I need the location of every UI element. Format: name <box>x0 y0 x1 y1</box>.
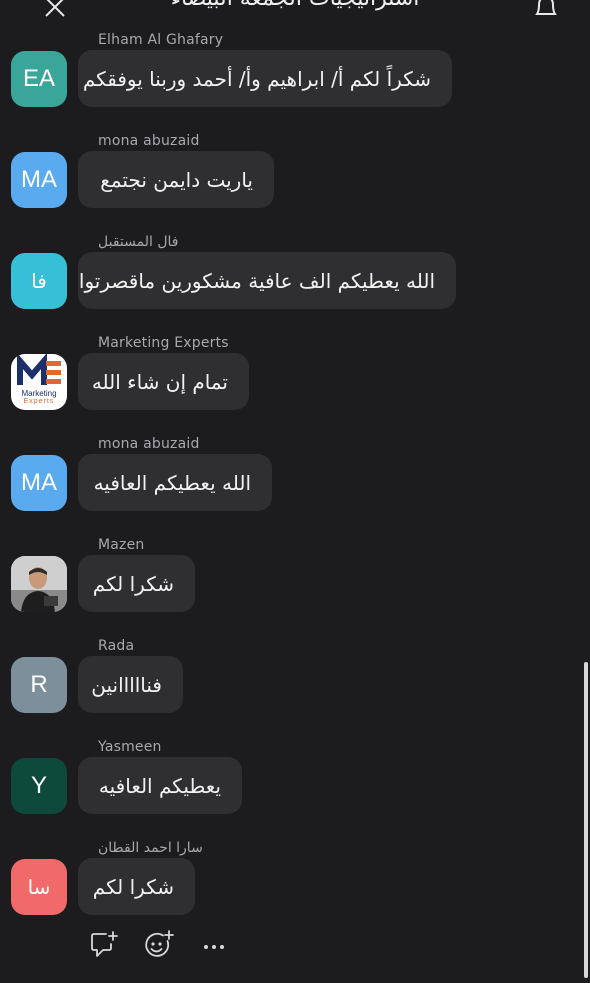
message-actions <box>86 928 251 962</box>
logo-text: Marketing <box>21 389 57 398</box>
message-bubble[interactable]: الله يعطيكم الف عافية مشكورين ماقصرتوا <box>78 252 456 309</box>
sender-name: سارا احمد القطان <box>98 840 203 856</box>
avatar[interactable]: MA <box>11 152 67 208</box>
avatar-initials: Y <box>30 772 47 799</box>
reply-icon[interactable] <box>86 928 122 962</box>
sender-name: Yasmeen <box>98 739 162 755</box>
message-bubble[interactable]: شكرا لكم <box>78 555 195 612</box>
avatar-initials: R <box>30 671 48 698</box>
sender-name: mona abuzaid <box>98 436 200 452</box>
message-bubble[interactable]: يعطيكم العافيه <box>78 757 242 814</box>
avatar-photo[interactable] <box>11 556 67 612</box>
sender-name: Mazen <box>98 537 145 553</box>
message-bubble[interactable]: شكراً لكم أ/ ابراهيم وأ/ أحمد وربنا يوفق… <box>78 50 452 107</box>
add-reaction-icon[interactable] <box>141 928 177 962</box>
avatar[interactable]: سا <box>11 859 67 915</box>
avatar[interactable]: Marketing Experts <box>11 354 67 410</box>
channel-title: استراتيجيات الجمعة البيضاء <box>0 0 590 11</box>
sender-name: Marketing Experts <box>98 335 229 351</box>
logo-subtext: Experts <box>23 398 55 405</box>
avatar[interactable]: R <box>11 657 67 713</box>
sender-name: mona abuzaid <box>98 133 200 149</box>
message-bubble[interactable]: فنااااانين <box>78 656 183 713</box>
avatar-initials: سا <box>27 875 51 899</box>
channel-header: استراتيجيات الجمعة البيضاء <box>0 0 590 20</box>
sender-name: Elham Al Ghafary <box>98 32 224 48</box>
message-bubble[interactable]: تمام إن شاء الله <box>78 353 249 410</box>
bell-icon[interactable] <box>532 0 560 20</box>
avatar[interactable]: فا <box>11 253 67 309</box>
message-bubble[interactable]: الله يعطيكم العافيه <box>78 454 272 511</box>
scrollbar[interactable] <box>584 662 588 978</box>
person-photo-icon <box>11 556 67 612</box>
avatar-initials: MA <box>21 166 57 193</box>
marketing-experts-logo-icon <box>17 354 61 385</box>
avatar-initials: EA <box>22 65 55 92</box>
avatar[interactable]: EA <box>11 51 67 107</box>
sender-name: Rada <box>98 638 135 654</box>
sender-name: فال المستقبل <box>98 234 179 250</box>
avatar-initials: MA <box>21 469 57 496</box>
avatar[interactable]: MA <box>11 455 67 511</box>
avatar-initials: فا <box>31 269 47 293</box>
message-bubble[interactable]: ياريت دايمن نجتمع <box>78 151 274 208</box>
more-icon[interactable] <box>196 928 232 962</box>
avatar[interactable]: Y <box>11 758 67 814</box>
message-bubble[interactable]: شكرا لكم <box>78 858 195 915</box>
